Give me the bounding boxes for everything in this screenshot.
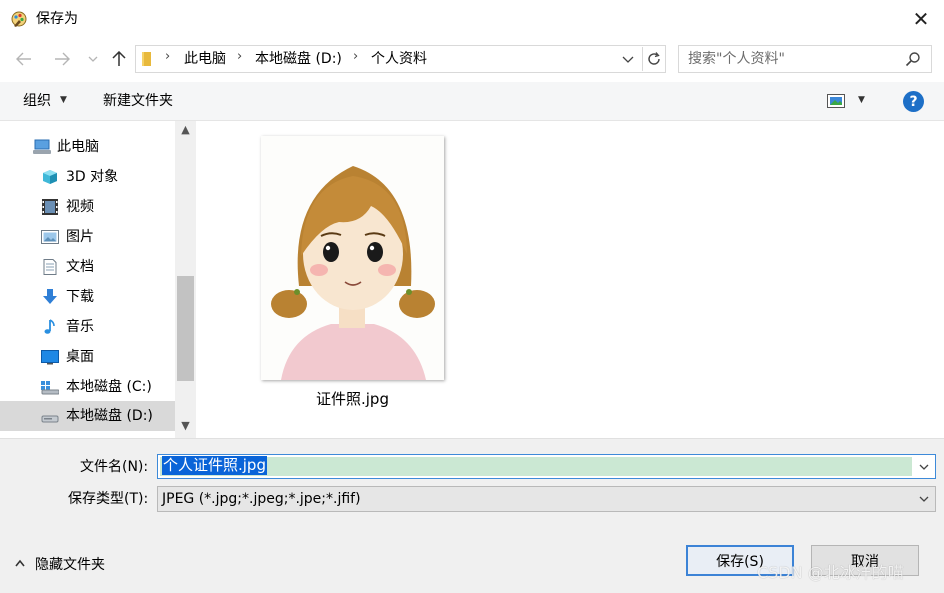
chevron-down-icon <box>622 56 634 63</box>
pictures-icon <box>41 230 59 244</box>
document-icon <box>43 259 57 275</box>
breadcrumb-current-folder[interactable]: 个人资料 <box>371 50 427 68</box>
close-icon: ✕ <box>912 7 930 31</box>
caret-down-icon[interactable]: ▼ <box>858 95 865 105</box>
arrow-up-icon <box>112 51 126 66</box>
organize-button[interactable]: 组织 <box>23 92 51 110</box>
hide-folders-button[interactable]: 隐藏文件夹 <box>35 556 105 574</box>
scroll-up-icon[interactable]: ▲ <box>175 123 196 141</box>
breadcrumb-separator: › <box>353 49 359 64</box>
navigation-pane: 此电脑 3D 对象 视频 图片 文档 下载 音乐 桌面 本地磁盘 (C:) 本地… <box>0 121 196 438</box>
nav-item-label: 桌面 <box>66 349 94 365</box>
nav-item-this-pc[interactable]: 此电脑 <box>0 132 175 162</box>
scroll-down-icon[interactable]: ▼ <box>175 419 196 437</box>
drive-d-icon <box>41 415 59 423</box>
caret-down-icon: ▼ <box>60 95 67 105</box>
folder-icon <box>142 52 151 66</box>
title-bar: 保存为 ✕ <box>0 0 944 38</box>
nav-item-label: 下载 <box>66 289 94 305</box>
download-icon <box>43 289 57 304</box>
navigation-scrollbar[interactable]: ▲ ▼ <box>175 121 196 438</box>
cube-icon <box>43 170 57 184</box>
chevron-down-icon <box>919 496 929 502</box>
chevron-up-icon[interactable] <box>15 559 25 570</box>
forward-button[interactable] <box>48 45 76 73</box>
filename-value: 个人证件照.jpg <box>162 456 267 475</box>
refresh-button[interactable] <box>642 47 665 71</box>
chevron-down-icon <box>919 464 929 470</box>
new-folder-button[interactable]: 新建文件夹 <box>103 92 173 110</box>
file-thumbnail[interactable] <box>261 136 444 380</box>
view-options-icon[interactable] <box>827 94 845 108</box>
file-list: 证件照.jpg <box>197 121 944 438</box>
arrow-right-icon <box>55 52 70 66</box>
search-placeholder: 搜索"个人资料" <box>688 51 785 67</box>
filetype-value: JPEG (*.jpg;*.jpeg;*.jpe;*.jfif) <box>162 491 361 507</box>
search-input[interactable]: 搜索"个人资料" <box>678 45 932 73</box>
breadcrumb-this-pc[interactable]: 此电脑 <box>184 50 226 68</box>
filename-label: 文件名(N): <box>80 459 149 475</box>
filetype-dropdown-button[interactable] <box>915 490 933 508</box>
file-name-label[interactable]: 证件照.jpg <box>261 389 444 409</box>
breadcrumb-drive-d[interactable]: 本地磁盘 (D:) <box>255 50 342 68</box>
nav-item-documents[interactable]: 文档 <box>0 252 175 282</box>
filename-input[interactable]: 个人证件照.jpg <box>157 454 936 479</box>
address-bar[interactable]: › 此电脑 › 本地磁盘 (D:) › 个人资料 <box>135 45 666 73</box>
nav-item-videos[interactable]: 视频 <box>0 192 175 222</box>
nav-item-label: 图片 <box>66 229 94 245</box>
nav-item-label: 音乐 <box>66 319 94 335</box>
nav-item-drive-c[interactable]: 本地磁盘 (C:) <box>0 372 175 402</box>
help-icon[interactable]: ? <box>903 91 924 112</box>
app-icon <box>11 11 27 27</box>
filename-input-fill <box>160 457 912 476</box>
search-icon <box>905 52 920 67</box>
nav-item-label: 3D 对象 <box>66 169 119 185</box>
arrow-left-icon <box>16 52 31 66</box>
address-dropdown-button[interactable] <box>622 49 634 72</box>
breadcrumb-separator: › <box>237 49 243 64</box>
nav-item-label: 此电脑 <box>57 139 99 155</box>
watermark-text: CSDN @北冰洋的喵 <box>757 563 904 582</box>
music-icon <box>44 319 55 334</box>
nav-item-music[interactable]: 音乐 <box>0 312 175 342</box>
command-bar: 组织 ▼ 新建文件夹 ▼ ? <box>0 82 944 121</box>
refresh-icon <box>648 52 660 65</box>
nav-item-label: 本地磁盘 (C:) <box>66 379 152 395</box>
scrollbar-thumb[interactable] <box>177 276 194 381</box>
window-title: 保存为 <box>36 11 78 27</box>
drive-c-icon <box>41 381 59 395</box>
desktop-icon <box>41 350 59 365</box>
nav-item-pictures[interactable]: 图片 <box>0 222 175 252</box>
nav-item-desktop[interactable]: 桌面 <box>0 342 175 372</box>
up-button[interactable] <box>105 45 133 73</box>
nav-item-label: 视频 <box>66 199 94 215</box>
recent-locations-button[interactable] <box>84 45 102 73</box>
filetype-label: 保存类型(T): <box>68 491 149 507</box>
back-button[interactable] <box>10 45 38 73</box>
filetype-select[interactable]: JPEG (*.jpg;*.jpeg;*.jpe;*.jfif) <box>157 486 936 512</box>
nav-item-label: 文档 <box>66 259 94 275</box>
breadcrumb-separator: › <box>165 49 171 64</box>
nav-item-label: 本地磁盘 (D:) <box>66 408 153 424</box>
filename-dropdown-button[interactable] <box>915 457 933 476</box>
nav-item-drive-d[interactable]: 本地磁盘 (D:) <box>0 401 175 431</box>
chevron-down-icon <box>88 56 98 62</box>
video-icon <box>42 199 58 215</box>
nav-item-3d-objects[interactable]: 3D 对象 <box>0 162 175 192</box>
save-options-panel: 文件名(N): 个人证件照.jpg 保存类型(T): JPEG (*.jpg;*… <box>0 438 944 593</box>
computer-icon <box>33 139 51 154</box>
close-button[interactable]: ✕ <box>898 0 944 38</box>
nav-item-downloads[interactable]: 下载 <box>0 282 175 312</box>
portrait-thumbnail <box>261 136 444 380</box>
